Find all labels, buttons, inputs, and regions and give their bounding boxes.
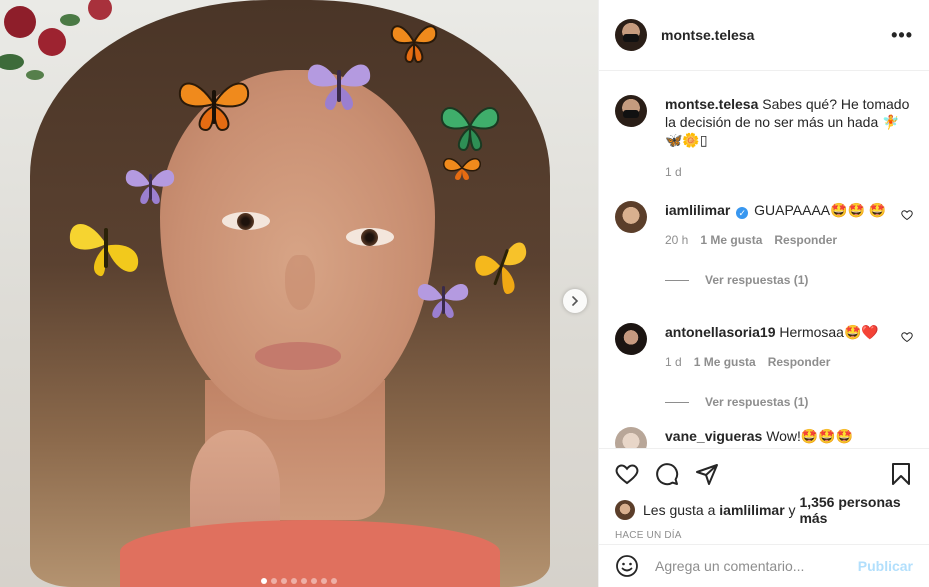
caption-time[interactable]: 1 d (665, 163, 682, 181)
yellow-butterfly-icon (69, 224, 139, 277)
liker-avatar[interactable] (615, 500, 635, 520)
comment-button[interactable] (655, 462, 679, 486)
likes-middle: y (784, 502, 800, 518)
comment-item: vane_vigueras Wow!🤩🤩🤩 (615, 427, 913, 448)
like-comment-heart-icon[interactable] (901, 209, 913, 221)
author-avatar[interactable] (615, 19, 647, 51)
comment-icon (656, 462, 679, 485)
carousel-dot (311, 578, 317, 584)
post-actions-bar (599, 448, 929, 498)
green-butterfly-icon (440, 107, 500, 152)
heart-icon (615, 463, 639, 484)
carousel-dot (261, 578, 267, 584)
right-eye (346, 228, 394, 246)
like-button[interactable] (615, 462, 639, 486)
commenter-avatar[interactable] (615, 427, 647, 448)
comment-text: GUAPAAAA🤩🤩 🤩 (754, 202, 887, 218)
purple-butterfly-icon (417, 284, 469, 318)
chevron-right-icon (572, 296, 579, 306)
author-avatar[interactable] (615, 95, 647, 127)
share-button[interactable] (695, 462, 719, 486)
reply-button[interactable]: Responder (768, 353, 831, 371)
next-photo-button[interactable] (563, 289, 587, 313)
carousel-indicator (0, 578, 598, 584)
orange-butterfly-icon (443, 158, 481, 180)
commenter-avatar[interactable] (615, 201, 647, 233)
yellow-butterfly-icon (475, 242, 527, 295)
left-eye (222, 212, 270, 230)
carousel-dot (301, 578, 307, 584)
publish-button[interactable]: Publicar (858, 558, 913, 574)
view-replies-button[interactable]: Ver respuestas (1) (665, 393, 887, 411)
shirt (120, 520, 500, 587)
save-button[interactable] (889, 462, 913, 486)
comment-text: Hermosaa🤩❤️ (779, 324, 879, 340)
orange-butterfly-icon (390, 25, 438, 64)
comment-item: antonellasoria19 Hermosaa🤩❤️ 1 d 1 Me gu… (615, 323, 913, 411)
carousel-dot (321, 578, 327, 584)
post-side-panel: montse.telesa ••• montse.telesa Sabes qu… (598, 0, 929, 587)
comment-likes[interactable]: 1 Me gusta (700, 231, 762, 249)
carousel-dot (271, 578, 277, 584)
orange-butterfly-icon (178, 82, 250, 132)
post-header: montse.telesa ••• (599, 0, 929, 71)
comment-composer: Publicar (599, 544, 929, 587)
instagram-post-modal: montse.telesa ••• montse.telesa Sabes qu… (0, 0, 929, 587)
like-comment-heart-icon[interactable] (901, 331, 913, 343)
smiley-icon[interactable] (615, 554, 639, 578)
more-options-icon[interactable]: ••• (891, 25, 913, 46)
comment-username[interactable]: iamlilimar (665, 202, 730, 218)
comment-time[interactable]: 20 h (665, 231, 688, 249)
commenter-avatar[interactable] (615, 323, 647, 355)
comment-text: Wow!🤩🤩🤩 (766, 428, 854, 444)
paper-plane-icon (696, 463, 718, 485)
lips (255, 342, 341, 370)
caption-username[interactable]: montse.telesa (665, 96, 758, 112)
caption: montse.telesa Sabes qué? He tomado la de… (615, 95, 913, 181)
purple-butterfly-icon (307, 64, 371, 111)
liker-username[interactable]: iamlilimar (719, 502, 784, 518)
reply-button[interactable]: Responder (774, 231, 837, 249)
comment-likes[interactable]: 1 Me gusta (694, 353, 756, 371)
comment-username[interactable]: antonellasoria19 (665, 324, 776, 340)
comment-time[interactable]: 1 d (665, 353, 682, 371)
comment-item: iamlilimar ✓ GUAPAAAA🤩🤩 🤩 20 h 1 Me gust… (615, 201, 913, 289)
view-replies-button[interactable]: Ver respuestas (1) (665, 271, 887, 289)
carousel-dot (281, 578, 287, 584)
comment-username[interactable]: vane_vigueras (665, 428, 762, 444)
purple-butterfly-icon (125, 170, 175, 204)
carousel-dot (291, 578, 297, 584)
verified-badge-icon: ✓ (736, 207, 749, 219)
post-photo[interactable] (0, 0, 598, 587)
carousel-dot (331, 578, 337, 584)
author-username[interactable]: montse.telesa (661, 27, 891, 43)
comment-input[interactable] (655, 558, 858, 574)
likes-prefix: Les gusta a (643, 502, 720, 518)
view-replies-label: Ver respuestas (1) (705, 273, 809, 287)
likes-summary: Les gusta a iamlilimar y 1,356 personas … (599, 494, 929, 526)
view-replies-label: Ver respuestas (1) (705, 395, 809, 409)
bookmark-icon (892, 462, 910, 485)
nose (285, 255, 315, 310)
comments-list[interactable]: montse.telesa Sabes qué? He tomado la de… (599, 71, 929, 448)
